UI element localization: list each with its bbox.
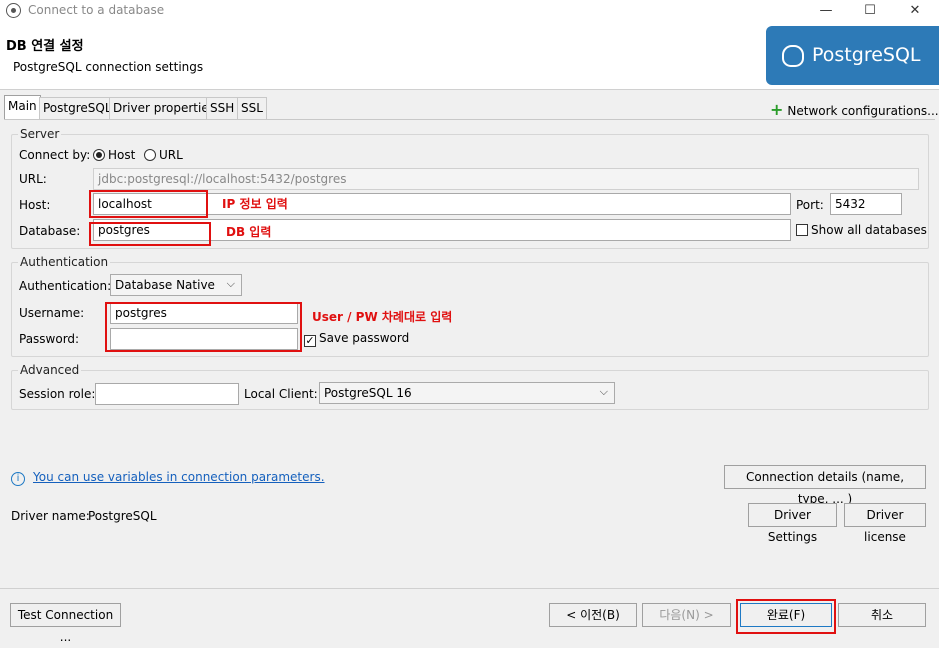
elephant-icon — [782, 44, 804, 67]
variables-help-link[interactable]: You can use variables in connection para… — [33, 470, 325, 484]
authentication-label: Authentication: — [19, 279, 112, 293]
authentication-select[interactable]: Database Native ⌵ — [110, 274, 242, 296]
connection-details-button[interactable]: Connection details (name, type, ... ) — [724, 465, 926, 506]
window-title: Connect to a database — [28, 3, 165, 17]
chevron-down-icon: ⌵ — [226, 277, 235, 290]
cancel-button[interactable]: 취소 — [838, 603, 926, 627]
close-button[interactable]: ✕ — [893, 0, 937, 22]
tab-postgresql[interactable]: PostgreSQL — [39, 97, 116, 119]
advanced-group-label: Advanced — [18, 363, 82, 377]
postgresql-logo: PostgreSQL — [766, 26, 939, 85]
port-input[interactable]: 5432 — [830, 193, 902, 215]
logo-text: PostgreSQL — [812, 44, 921, 66]
info-icon-wrapper: i — [11, 470, 25, 486]
radio-host-indicator — [93, 149, 105, 161]
network-configurations-button[interactable]: + Network configurations... — [770, 100, 939, 119]
page-subtitle: PostgreSQL connection settings — [13, 60, 204, 74]
radio-url-indicator — [144, 149, 156, 161]
test-connection-button[interactable]: Test Connection ... — [10, 603, 121, 644]
radio-host[interactable]: Host — [93, 148, 135, 162]
network-configurations-label: Network configurations... — [787, 104, 939, 118]
local-client-select-value: PostgreSQL 16 — [324, 386, 412, 400]
app-icon — [6, 3, 21, 18]
radio-url-label: URL — [159, 148, 183, 162]
session-role-input[interactable] — [95, 383, 239, 405]
finish-highlight-box — [736, 599, 836, 634]
connect-by-label: Connect by: — [19, 148, 91, 162]
plus-icon: + — [770, 100, 784, 119]
footer-divider — [0, 588, 939, 589]
save-password-label: Save password — [319, 331, 410, 345]
host-label: Host: — [19, 198, 51, 212]
tab-ssh[interactable]: SSH — [206, 97, 239, 119]
local-client-select[interactable]: PostgreSQL 16 ⌵ — [319, 382, 615, 404]
username-label: Username: — [19, 306, 85, 320]
credentials-highlight-box — [105, 302, 302, 352]
driver-name-label: Driver name: — [11, 509, 90, 523]
save-password-checkbox[interactable]: ✓ Save password — [304, 331, 409, 347]
database-label: Database: — [19, 224, 81, 238]
save-password-checkbox-box: ✓ — [304, 334, 316, 347]
url-label: URL: — [19, 172, 47, 186]
radio-url[interactable]: URL — [144, 148, 183, 162]
driver-license-button[interactable]: Driver license — [844, 503, 926, 544]
back-button[interactable]: < 이전(B) — [549, 603, 637, 627]
tab-ssl[interactable]: SSL — [237, 97, 267, 119]
server-group-label: Server — [18, 127, 62, 141]
radio-host-label: Host — [108, 148, 136, 162]
info-icon: i — [11, 472, 25, 486]
port-label: Port: — [796, 198, 824, 212]
minimize-button[interactable]: — — [804, 0, 848, 22]
page-title: DB 연결 설정 — [6, 39, 84, 54]
driver-settings-button[interactable]: Driver Settings — [748, 503, 837, 544]
session-role-label: Session role: — [19, 387, 96, 401]
database-annotation: DB 입력 — [226, 225, 272, 239]
chevron-down-icon: ⌵ — [599, 385, 608, 398]
database-highlight-box — [89, 222, 211, 246]
host-highlight-box — [89, 190, 208, 218]
authentication-select-value: Database Native — [115, 278, 215, 292]
show-all-databases-label: Show all databases — [811, 223, 927, 237]
authentication-group-label: Authentication — [18, 255, 111, 269]
local-client-label: Local Client: — [244, 387, 318, 401]
driver-name-value: PostgreSQL — [88, 509, 157, 523]
host-annotation: IP 정보 입력 — [222, 197, 288, 211]
tab-driver-properties[interactable]: Driver properties — [109, 97, 219, 119]
show-all-databases-checkbox[interactable]: Show all databases — [796, 223, 927, 237]
password-label: Password: — [19, 332, 80, 346]
maximize-button[interactable]: ☐ — [848, 0, 892, 22]
tab-main[interactable]: Main — [4, 95, 41, 120]
credentials-annotation: User / PW 차례대로 입력 — [312, 310, 453, 324]
show-all-checkbox-box — [796, 224, 808, 236]
url-field: jdbc:postgresql://localhost:5432/postgre… — [93, 168, 919, 190]
next-button[interactable]: 다음(N) > — [642, 603, 731, 627]
